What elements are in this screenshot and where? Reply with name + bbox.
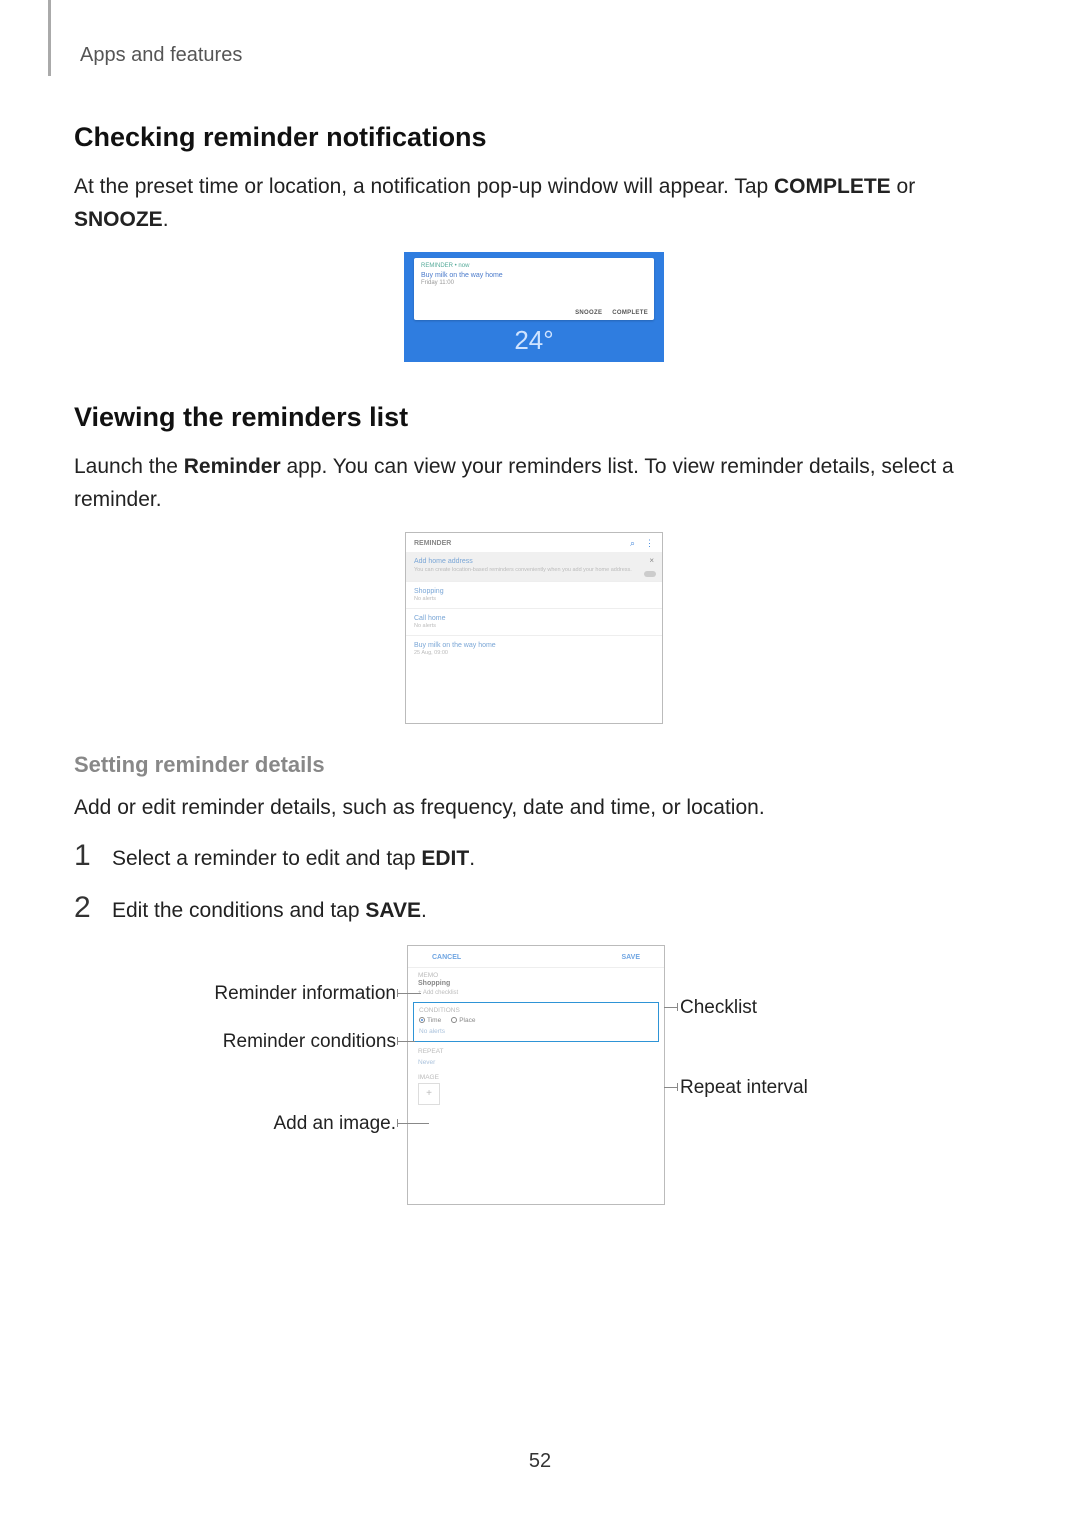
radio-place[interactable]: Place — [451, 1017, 475, 1024]
repeat-value[interactable]: Never — [418, 1059, 654, 1066]
add-checklist-button[interactable]: + Add checklist — [418, 990, 654, 996]
list-item[interactable]: Buy milk on the way home 25 Aug, 09:00 — [406, 635, 662, 662]
item-subtitle: 25 Aug, 09:00 — [414, 650, 654, 656]
callout-line — [397, 1123, 429, 1124]
callout-tick — [397, 1119, 398, 1127]
para-checking: At the preset time or location, a notifi… — [74, 171, 994, 236]
conditions-value: No alerts — [419, 1028, 653, 1035]
notification-card: REMINDER • now Buy milk on the way home … — [414, 258, 654, 320]
text-snooze: SNOOZE — [74, 208, 163, 231]
notification-title: Buy milk on the way home — [421, 272, 647, 279]
snooze-button[interactable]: SNOOZE — [575, 310, 602, 316]
lockscreen-widget: 24° — [404, 325, 664, 356]
callout-checklist: Checklist — [680, 997, 757, 1019]
repeat-label: REPEAT — [418, 1048, 654, 1055]
banner-title: Add home address — [414, 558, 654, 565]
cancel-button[interactable]: CANCEL — [432, 954, 461, 961]
page-accent-bar — [48, 0, 51, 76]
text: Select a reminder to edit and tap — [112, 847, 421, 870]
complete-button[interactable]: COMPLETE — [612, 310, 648, 316]
para-setting-details: Add or edit reminder details, such as fr… — [74, 792, 994, 825]
app-name: Reminder — [184, 455, 281, 478]
conditions-label: CONDITIONS — [419, 1007, 653, 1014]
memo-section: MEMO Shopping + Add checklist — [408, 968, 664, 1000]
radio-time[interactable]: Time — [419, 1017, 441, 1024]
list-item[interactable]: Call home No alerts — [406, 608, 662, 635]
text: Launch the — [74, 455, 184, 478]
step-1: 1 Select a reminder to edit and tap EDIT… — [74, 841, 994, 871]
radio-label: Time — [427, 1017, 441, 1024]
page-header: Apps and features — [80, 44, 242, 67]
figure-reminder-list: REMINDER ⌕ ⋮ Add home address You can cr… — [405, 532, 663, 724]
image-label: IMAGE — [418, 1074, 654, 1081]
step-2: 2 Edit the conditions and tap SAVE. — [74, 893, 994, 923]
step-number: 2 — [74, 893, 94, 923]
page-number: 52 — [0, 1450, 1080, 1473]
notification-time: Friday 11:00 — [421, 280, 647, 286]
text: . — [163, 208, 169, 231]
conditions-section: CONDITIONS Time Place No alerts — [413, 1002, 659, 1042]
page-content: Checking reminder notifications At the p… — [74, 110, 994, 1235]
text: or — [891, 175, 916, 198]
para-viewing: Launch the Reminder app. You can view yo… — [74, 451, 994, 516]
heading-setting-details: Setting reminder details — [74, 752, 994, 778]
app-title: REMINDER — [414, 540, 451, 547]
item-title: Buy milk on the way home — [414, 642, 654, 649]
search-icon[interactable]: ⌕ — [630, 538, 635, 549]
info-banner: Add home address You can create location… — [406, 552, 662, 581]
text: Edit the conditions and tap — [112, 899, 365, 922]
heading-checking: Checking reminder notifications — [74, 122, 994, 153]
memo-label: MEMO — [418, 972, 654, 979]
figure-edit-reminder: CANCEL SAVE MEMO Shopping + Add checklis… — [144, 945, 924, 1235]
callout-tick — [397, 1037, 398, 1045]
list-item[interactable]: Shopping No alerts — [406, 581, 662, 608]
text: . — [421, 899, 427, 922]
close-icon[interactable]: × — [649, 556, 654, 565]
memo-value[interactable]: Shopping — [418, 980, 654, 987]
callout-tick — [397, 989, 398, 997]
save-label: SAVE — [365, 899, 421, 922]
callout-line — [664, 1087, 678, 1088]
item-title: Shopping — [414, 588, 654, 595]
item-title: Call home — [414, 615, 654, 622]
add-image-button[interactable]: + — [418, 1083, 440, 1105]
banner-toggle[interactable] — [644, 571, 656, 577]
text: . — [469, 847, 475, 870]
callout-tick — [677, 1083, 678, 1091]
item-subtitle: No alerts — [414, 596, 654, 602]
text: At the preset time or location, a notifi… — [74, 175, 774, 198]
step-number: 1 — [74, 841, 94, 871]
banner-subtitle: You can create location-based reminders … — [414, 567, 654, 573]
more-icon[interactable]: ⋮ — [645, 538, 654, 549]
notification-app-label: REMINDER • now — [421, 263, 647, 269]
edit-screen: CANCEL SAVE MEMO Shopping + Add checklis… — [407, 945, 665, 1205]
callout-reminder-info: Reminder information — [214, 983, 396, 1005]
app-titlebar: REMINDER ⌕ ⋮ — [406, 533, 662, 552]
edit-label: EDIT — [421, 847, 469, 870]
text-complete: COMPLETE — [774, 175, 891, 198]
figure-notification: REMINDER • now Buy milk on the way home … — [404, 252, 664, 362]
callout-line — [397, 1041, 415, 1042]
radio-label: Place — [459, 1017, 475, 1024]
repeat-section: REPEAT Never — [408, 1044, 664, 1070]
callout-repeat-interval: Repeat interval — [680, 1077, 808, 1099]
callout-reminder-conditions: Reminder conditions — [223, 1031, 396, 1053]
radio-dot-icon — [419, 1017, 425, 1023]
item-subtitle: No alerts — [414, 623, 654, 629]
save-button[interactable]: SAVE — [621, 954, 640, 961]
callout-line — [664, 1007, 678, 1008]
image-section: IMAGE + — [408, 1070, 664, 1109]
heading-viewing: Viewing the reminders list — [74, 402, 994, 433]
callout-line — [397, 993, 421, 994]
callout-add-image: Add an image. — [273, 1113, 396, 1135]
radio-dot-icon — [451, 1017, 457, 1023]
callout-tick — [677, 1003, 678, 1011]
